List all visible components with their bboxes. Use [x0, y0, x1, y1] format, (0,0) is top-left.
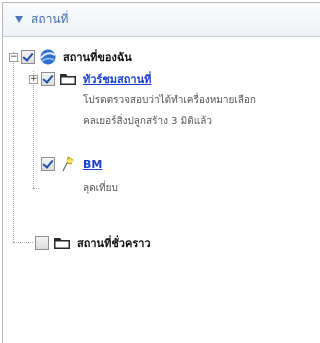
tree-item-bm[interactable]: BM	[41, 155, 102, 173]
tree-guide-line	[13, 242, 33, 243]
pushpin-icon	[62, 156, 74, 172]
my-places-label: สถานที่ของฉัน	[63, 51, 132, 64]
tree-guide-line	[33, 71, 34, 188]
tree-item-my-places[interactable]: สถานที่ของฉัน	[21, 48, 132, 66]
sightseeing-link[interactable]: ทัวร์ชมสถานที่	[83, 70, 151, 88]
sightseeing-expander[interactable]: +	[29, 75, 38, 84]
bm-link[interactable]: BM	[83, 158, 102, 171]
my-places-expander[interactable]: −	[9, 53, 18, 62]
sightseeing-checkbox[interactable]	[41, 72, 55, 86]
tree-item-sightseeing[interactable]: ทัวร์ชมสถานที่	[41, 70, 151, 88]
folder-icon	[60, 74, 76, 85]
sightseeing-description-line1: โปรดตรวจสอบว่าได้ทำเครื่องหมายเลือก	[83, 95, 256, 106]
panel-title: สถานที่	[31, 12, 69, 26]
tree-guide-line	[13, 52, 14, 242]
temporary-label: สถานที่ชั่วคราว	[77, 237, 151, 250]
places-panel-header[interactable]: สถานที่	[3, 3, 320, 37]
tree-guide-line	[33, 188, 39, 189]
bm-checkbox[interactable]	[41, 157, 55, 171]
globe-icon	[40, 49, 56, 65]
sightseeing-description-line2: คลเยอร์สิ่งปลูกสร้าง 3 มิติแล้ว	[83, 116, 212, 127]
places-panel: สถานที่ − สถานที่ของฉัน + ทัวร์ชมสถานที่…	[2, 2, 320, 343]
folder-icon	[54, 238, 70, 249]
collapse-triangle-icon[interactable]	[15, 16, 23, 23]
temporary-checkbox[interactable]	[35, 236, 49, 250]
tree-item-temporary[interactable]: สถานที่ชั่วคราว	[35, 234, 151, 252]
bm-description: ลุดเที่ยบ	[83, 183, 118, 194]
my-places-checkbox[interactable]	[21, 50, 35, 64]
places-tree: − สถานที่ของฉัน + ทัวร์ชมสถานที่ โปรดตรว…	[3, 38, 320, 338]
